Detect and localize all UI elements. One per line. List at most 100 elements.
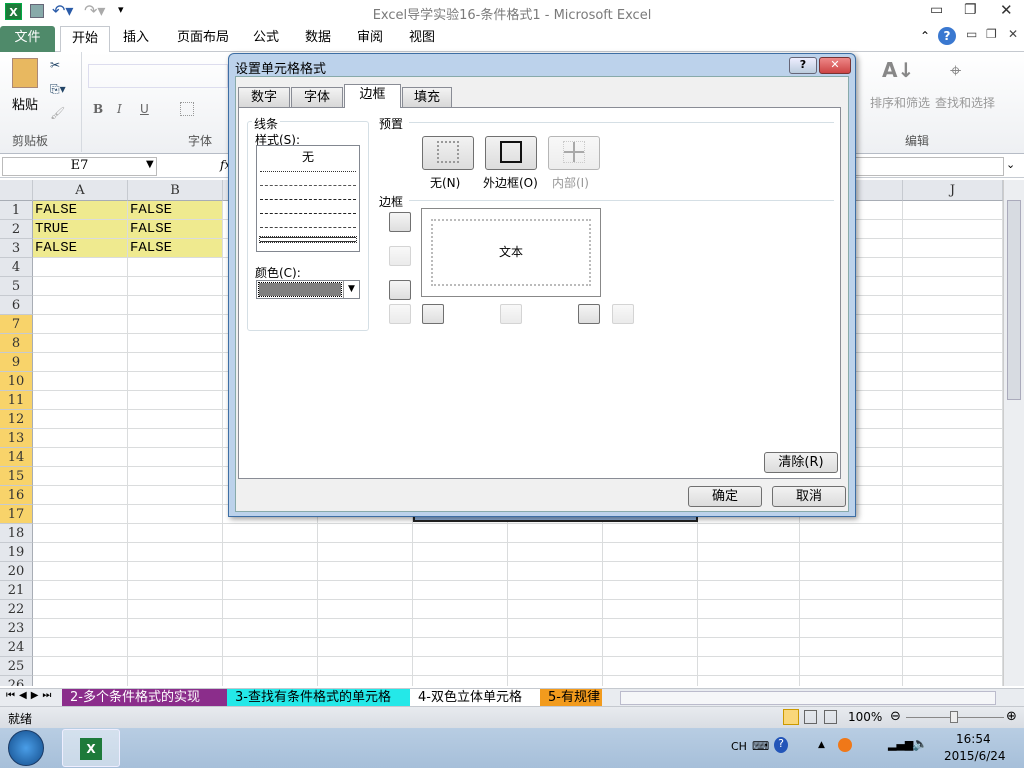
color-dropdown-arrow-icon[interactable]: ▼ [343,281,359,298]
line-style-dash-dot[interactable] [260,199,356,200]
cell[interactable] [903,372,1003,391]
cell[interactable] [223,543,318,562]
clear-button[interactable]: 清除(R) [764,452,838,473]
cell[interactable] [413,657,508,676]
doc-restore-icon[interactable]: ❐ [986,27,997,41]
cell[interactable] [903,638,1003,657]
cell[interactable] [508,676,603,686]
cell[interactable] [413,600,508,619]
cell[interactable] [413,676,508,686]
cell[interactable] [903,524,1003,543]
tab-data[interactable]: 数据 [298,26,338,52]
row-header[interactable]: 22 [0,600,33,619]
cell[interactable] [33,448,128,467]
cell[interactable] [903,277,1003,296]
normal-view-icon[interactable] [783,709,799,725]
cell[interactable] [318,543,413,562]
row-header[interactable]: 26 [0,676,33,686]
cell[interactable] [903,239,1003,258]
row-header[interactable]: 20 [0,562,33,581]
row-header[interactable]: 18 [0,524,33,543]
cut-icon[interactable]: ✂ [50,58,60,72]
close-icon[interactable]: ✕ [1000,1,1013,19]
row-header[interactable]: 9 [0,353,33,372]
cell[interactable] [903,448,1003,467]
row-header[interactable]: 21 [0,581,33,600]
cell[interactable] [223,657,318,676]
cell[interactable] [128,296,223,315]
cell[interactable] [508,619,603,638]
horizontal-scrollbar[interactable] [620,691,996,705]
cell[interactable] [508,524,603,543]
cell[interactable] [33,600,128,619]
cell[interactable] [603,562,698,581]
minimize-icon[interactable]: ▭ [930,2,943,18]
row-header[interactable]: 7 [0,315,33,334]
cell[interactable] [128,562,223,581]
underline-button[interactable]: U [140,102,149,116]
keyboard-icon[interactable]: ⌨ [752,739,769,753]
cell[interactable] [223,619,318,638]
cell[interactable] [128,619,223,638]
row-header[interactable]: 1 [0,201,33,220]
cell[interactable] [33,657,128,676]
border-diagonal-down-button[interactable] [612,304,634,324]
language-indicator[interactable]: CH [731,740,747,753]
cell[interactable] [508,581,603,600]
cell[interactable] [508,638,603,657]
border-middle-horizontal-button[interactable] [389,246,411,266]
cell[interactable] [698,657,800,676]
cell[interactable] [903,391,1003,410]
cell[interactable] [33,619,128,638]
tab-font[interactable]: 字体 [291,87,343,107]
name-box[interactable]: E7 [2,157,157,176]
cell[interactable] [128,391,223,410]
cell[interactable] [800,638,903,657]
cell[interactable] [603,619,698,638]
cell[interactable] [33,562,128,581]
security-icon[interactable] [838,738,852,752]
row-header[interactable]: 23 [0,619,33,638]
cell[interactable] [698,562,800,581]
cell[interactable] [903,315,1003,334]
row-header[interactable]: 13 [0,429,33,448]
expand-formula-icon[interactable]: ⌄ [1006,158,1015,171]
cell[interactable] [508,657,603,676]
cell[interactable] [903,296,1003,315]
line-style-dash-dot-dot[interactable] [260,213,356,214]
cell[interactable] [603,600,698,619]
dialog-help-button[interactable]: ? [789,57,817,74]
cell[interactable] [508,543,603,562]
column-header[interactable]: B [128,180,223,201]
cell[interactable] [223,638,318,657]
border-left-button[interactable] [422,304,444,324]
cell[interactable] [698,638,800,657]
cell[interactable] [33,334,128,353]
cell[interactable] [128,467,223,486]
cell[interactable] [318,676,413,686]
cell[interactable] [33,524,128,543]
cancel-button[interactable]: 取消 [772,486,846,507]
cell[interactable] [800,657,903,676]
font-name-box[interactable] [88,64,228,88]
row-header[interactable]: 16 [0,486,33,505]
cell[interactable] [223,600,318,619]
row-header[interactable]: 14 [0,448,33,467]
cell[interactable] [903,676,1003,686]
cell[interactable] [603,543,698,562]
cell[interactable] [128,524,223,543]
cell[interactable] [33,429,128,448]
cell[interactable] [128,581,223,600]
select-all-corner[interactable] [0,180,33,201]
tab-review[interactable]: 审阅 [350,26,390,52]
cell[interactable] [903,201,1003,220]
preset-outline-button[interactable] [485,136,537,170]
cell[interactable] [903,600,1003,619]
restore-icon[interactable]: ❐ [964,2,977,18]
column-header[interactable]: J [903,180,1003,201]
clock-time[interactable]: 16:54 [956,732,991,746]
cell[interactable] [903,657,1003,676]
cell[interactable] [33,638,128,657]
cell[interactable] [800,581,903,600]
tab-page-layout[interactable]: 页面布局 [170,26,236,52]
